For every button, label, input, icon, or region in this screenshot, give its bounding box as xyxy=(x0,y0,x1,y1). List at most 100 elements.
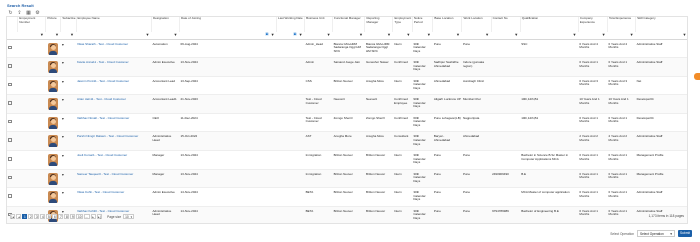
last-working-date-cell xyxy=(276,94,305,114)
chevron-down-icon[interactable]: ▾ xyxy=(62,97,64,102)
employment-number-cell xyxy=(17,57,46,77)
row-select-cell xyxy=(7,131,18,152)
employee-name-cell[interactable]: Vikas Sharath - Test - Cloud Customer xyxy=(76,39,152,59)
column-header-emp-number[interactable]: Empoyment Number xyxy=(17,17,47,32)
row-checkbox[interactable] xyxy=(8,45,12,49)
filter-icon[interactable]: ▼ xyxy=(327,33,331,37)
filter-icon[interactable]: ▼ xyxy=(299,33,303,37)
row-checkbox[interactable] xyxy=(8,119,12,124)
column-header-reporting-manager[interactable]: Reporting Manager xyxy=(364,17,394,32)
table-row[interactable]: ▾ Vikas Sharath - Test - Cloud Customer Au… xyxy=(7,39,687,59)
row-checkbox[interactable] xyxy=(8,138,12,142)
filter-icon[interactable]: ▼ xyxy=(271,33,275,37)
table-row[interactable]: ▾ Kavite Anna11 - Test - Cloud Customer Ad… xyxy=(7,57,687,77)
page-button[interactable]: 7 xyxy=(58,214,64,219)
chevron-down-icon[interactable]: ▾ xyxy=(62,134,64,139)
employee-name-cell[interactable]: Sameer Tauqeer0 - Test - Cloud Customer xyxy=(76,169,152,189)
row-checkbox[interactable] xyxy=(8,101,12,105)
column-header-picture[interactable]: Picture xyxy=(45,17,62,32)
filter-icon[interactable]: ▼ xyxy=(70,33,74,37)
column-header-total-experience[interactable]: Total Experience xyxy=(607,17,637,32)
filter-icon[interactable]: ▼ xyxy=(602,33,606,37)
column-header-skill-category[interactable]: Skill Category xyxy=(635,17,687,32)
column-header-designation[interactable]: Designation xyxy=(151,17,181,32)
first-page-button[interactable]: |◂ xyxy=(10,214,16,219)
filter-icon[interactable]: ▼ xyxy=(572,33,576,37)
filter-icon[interactable]: ▼ xyxy=(387,33,391,37)
column-header-employee-name[interactable]: Employee Name xyxy=(76,17,152,32)
table-row[interactable]: ▾ Jasmin Pont11 - Test - Cloud Customer Ac… xyxy=(7,76,687,96)
column-header-base-location[interactable]: Base Location xyxy=(432,17,463,32)
filter-icon[interactable]: ▼ xyxy=(359,33,363,37)
chevron-down-icon[interactable]: ▾ xyxy=(62,172,64,177)
table-row[interactable]: ▾ Sameer Tauqeer0 - Test - Cloud Customer… xyxy=(7,169,687,189)
row-checkbox[interactable] xyxy=(8,194,12,198)
page-button[interactable]: 9 xyxy=(70,214,76,219)
page-button[interactable]: 10 xyxy=(76,214,83,219)
filter-icon[interactable]: ▼ xyxy=(406,33,410,37)
filter-icon[interactable]: ▼ xyxy=(55,33,59,37)
chevron-down-icon[interactable]: ▾ xyxy=(62,60,64,65)
last-page-button[interactable]: ▸| xyxy=(96,214,103,219)
page-button[interactable]: 6 xyxy=(52,214,58,219)
column-header-last-working-date[interactable]: Last Working Date xyxy=(276,17,306,32)
column-header-date-of-joining[interactable]: Date of Joining xyxy=(179,17,278,32)
row-checkbox[interactable] xyxy=(8,82,12,87)
calendar-icon[interactable]: ▣ xyxy=(265,32,268,37)
chevron-down-icon[interactable]: ▾ xyxy=(62,153,64,158)
table-row[interactable]: ▾ Arian Jain11 - Test - Cloud Customer Acc… xyxy=(7,94,687,114)
page-button[interactable]: 3 xyxy=(34,214,40,219)
prev-page-button[interactable]: ◂ xyxy=(16,214,22,219)
employee-name-cell[interactable]: Vaibhav Nimall - Test - Cloud Customer xyxy=(76,113,152,133)
employee-name-cell[interactable]: Arian Jain11 - Test - Cloud Customer xyxy=(76,94,152,114)
table-row[interactable]: ▾ Joelt Kumar1 - Test - Cloud Customer Man… xyxy=(7,150,687,170)
filter-icon[interactable]: ▼ xyxy=(485,33,489,37)
page-button[interactable]: 5 xyxy=(46,214,52,219)
employee-name-cell[interactable]: Parshi Nimgir Ralwe1 - Test - Cloud Cust… xyxy=(76,131,152,152)
employment-type-cell: Intern xyxy=(392,206,413,223)
employee-name-cell[interactable]: Joelt Kumar1 - Test - Cloud Customer xyxy=(76,150,152,170)
row-checkbox[interactable] xyxy=(8,157,12,161)
page-size-select[interactable]: 10 xyxy=(123,214,135,219)
submit-button[interactable]: Submit xyxy=(678,230,692,237)
chevron-down-icon[interactable]: ▾ xyxy=(62,116,64,121)
column-header-business-unit[interactable]: Business Unit xyxy=(304,17,334,32)
filter-icon[interactable]: ▼ xyxy=(174,33,178,37)
filter-icon[interactable]: ▼ xyxy=(427,33,431,37)
table-row[interactable]: ▾ Vaibhav Nimall - Test - Cloud Customer C… xyxy=(7,113,687,133)
filter-icon[interactable]: ▼ xyxy=(40,33,44,37)
employee-name-cell[interactable]: Kavite Anna11 - Test - Cloud Customer xyxy=(76,57,152,77)
filter-icon[interactable]: ▼ xyxy=(683,33,687,37)
column-header-functional-manager[interactable]: Functional Manager xyxy=(332,17,366,32)
table-row[interactable]: ▾ Parshi Nimgir Ralwe1 - Test - Cloud Cus… xyxy=(7,131,687,152)
employee-name-cell[interactable]: Vikas Kohli - Test - Cloud Customer xyxy=(76,187,152,207)
table-row[interactable]: ▾ Vikas Kohli - Test - Cloud Customer Admi… xyxy=(7,187,687,207)
column-header-company-experience[interactable]: Company Experience xyxy=(578,17,609,32)
functional-manager-cell: Britton Neuver xyxy=(332,150,365,170)
page-button[interactable]: 4 xyxy=(40,214,46,219)
select-operation-dropdown[interactable]: Select Operation xyxy=(637,230,675,237)
calendar-icon[interactable]: ▣ xyxy=(293,32,296,37)
filter-icon[interactable]: ▼ xyxy=(146,33,150,37)
column-header-employment-type[interactable]: Employment Type xyxy=(392,17,413,32)
side-panel-toggle[interactable] xyxy=(694,73,700,80)
chevron-down-icon[interactable]: ▾ xyxy=(62,42,64,47)
column-header-subactive[interactable]: Subactive xyxy=(60,17,77,32)
employee-name-cell[interactable]: Jasmin Pont11 - Test - Cloud Customer xyxy=(76,76,152,96)
filter-icon[interactable]: ▼ xyxy=(514,33,518,37)
row-checkbox[interactable] xyxy=(8,175,12,180)
column-header-qualification[interactable]: Qualification xyxy=(520,17,579,32)
chevron-down-icon[interactable]: ▾ xyxy=(62,79,64,84)
next-page-button[interactable]: ▸ xyxy=(90,214,96,219)
page-button[interactable]: ... xyxy=(83,214,90,219)
page-button[interactable]: 2 xyxy=(28,214,34,219)
chevron-down-icon[interactable]: ▾ xyxy=(62,190,64,195)
filter-icon[interactable]: ▼ xyxy=(456,33,460,37)
filter-icon[interactable]: ▼ xyxy=(630,33,634,37)
row-checkbox[interactable] xyxy=(8,64,12,68)
column-header-notice-period[interactable]: Notice Period xyxy=(412,17,434,32)
column-header-work-location[interactable]: Work Location xyxy=(461,17,492,32)
page-button[interactable]: 8 xyxy=(64,214,70,219)
column-header-contact-no[interactable]: Contact No xyxy=(491,17,521,32)
page-button[interactable]: 1 xyxy=(22,214,28,219)
